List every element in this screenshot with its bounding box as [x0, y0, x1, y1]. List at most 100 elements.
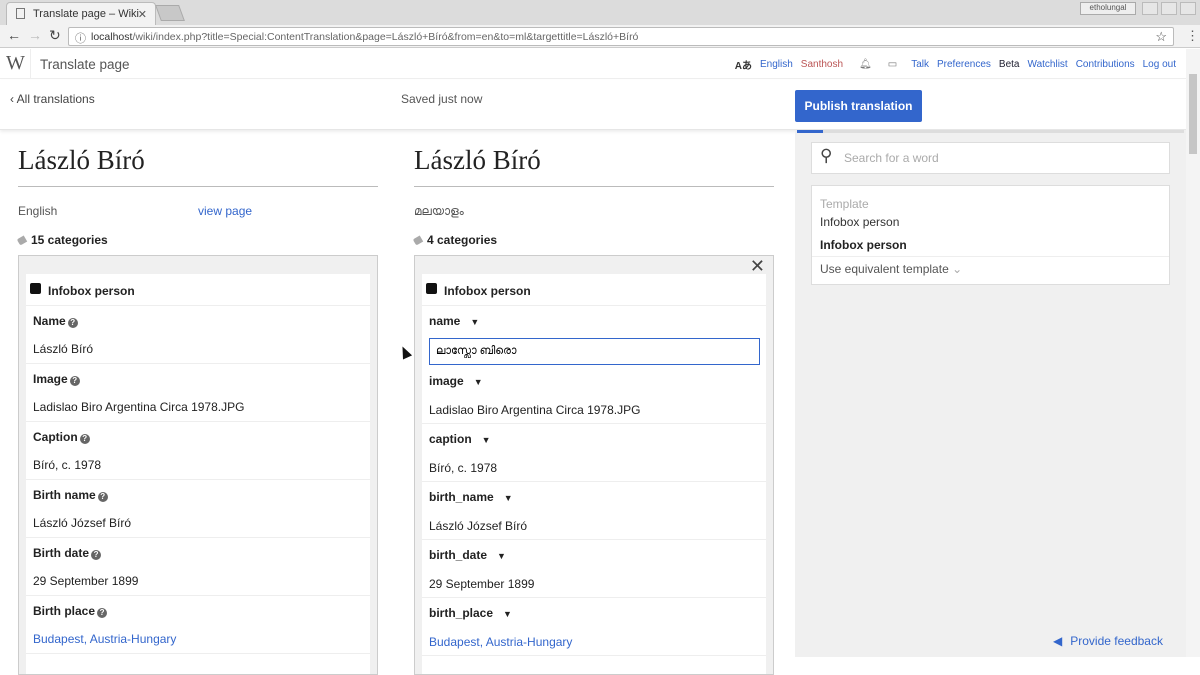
infobox-title: Infobox person	[444, 284, 531, 298]
user-link[interactable]: Santhosh	[801, 59, 843, 70]
categories-label: 15 categories	[31, 233, 108, 247]
provide-feedback-link[interactable]: ◀ Provide feedback	[1053, 634, 1163, 648]
field-birth-date: Birth date? 29 September 1899	[26, 538, 370, 596]
bell-icon[interactable]: 🔔︎	[859, 59, 872, 70]
field-value: Bíró, c. 1978	[429, 461, 498, 475]
tab-title: Translate page – Wiki	[33, 8, 139, 20]
field-birth-name: Birth name? László József Bíró	[26, 480, 370, 538]
field-image: Image? Ladislao Biro Argentina Circa 1978…	[26, 364, 370, 422]
target-title[interactable]: László Bíró	[414, 130, 774, 187]
help-icon[interactable]: ?	[79, 434, 90, 444]
save-status: Saved just now	[401, 92, 483, 106]
menu-icon[interactable]: ⋮	[1186, 28, 1199, 44]
talk-link[interactable]: Talk	[911, 59, 929, 70]
language-icon: Aあ	[734, 61, 752, 72]
wiki-logo[interactable]: W	[6, 52, 25, 75]
tag-icon	[16, 235, 28, 246]
infobox-title: Infobox person	[48, 284, 135, 298]
help-icon[interactable]: ?	[91, 550, 102, 560]
target-infobox: ✕ Infobox person name▼ image▼Ladislao Bi…	[414, 255, 774, 675]
source-categories[interactable]: 15 categories	[16, 233, 378, 247]
help-icon[interactable]: ?	[97, 492, 108, 502]
use-equivalent-template[interactable]: Use equivalent template ⌄	[812, 256, 1169, 281]
caret-down-icon[interactable]: ▼	[482, 435, 491, 445]
field-name: Name? László Bíró	[26, 306, 370, 364]
field-value: Ladislao Biro Argentina Circa 1978.JPG	[33, 400, 245, 414]
megaphone-icon: ◀	[1053, 634, 1063, 648]
minimize-button[interactable]	[1142, 2, 1158, 15]
target-language: മലയാളം	[414, 204, 464, 218]
mouse-cursor	[397, 344, 413, 360]
tools-panel: ⚲ Search for a word Template Infobox pers…	[795, 130, 1186, 657]
field-value: László József Bíró	[33, 516, 132, 530]
categories-label: 4 categories	[427, 233, 498, 247]
word-search-input[interactable]: ⚲ Search for a word	[811, 142, 1170, 174]
close-tab-icon[interactable]: ✕	[138, 8, 147, 21]
search-placeholder: Search for a word	[844, 151, 939, 165]
url-host: localhost	[91, 31, 133, 43]
target-template: Infobox person	[820, 238, 907, 252]
all-translations-link[interactable]: ‹ All translations	[10, 92, 95, 106]
inbox-icon[interactable]: ▭	[888, 59, 897, 70]
field-birth-date: birth_date ▼ 29 September 1899	[422, 540, 766, 598]
caret-down-icon[interactable]: ▼	[497, 551, 506, 561]
page-icon	[16, 8, 25, 19]
field-birth-place: birth_place ▼ Budapest, Austria-Hungary	[422, 598, 766, 656]
star-icon[interactable]: ☆	[1155, 29, 1167, 45]
language-link[interactable]: English	[760, 59, 793, 70]
window-user-badge: etholungal	[1080, 2, 1136, 15]
preferences-link[interactable]: Preferences	[937, 59, 991, 70]
caret-down-icon[interactable]: ▼	[470, 317, 479, 327]
field-label: image	[429, 374, 464, 388]
field-label: Birth place	[33, 604, 96, 618]
back-arrow-icon[interactable]: ←	[7, 27, 21, 43]
template-card: Template Infobox person Infobox person U…	[811, 185, 1170, 285]
field-label: Image	[33, 372, 68, 386]
template-heading: Template	[820, 197, 869, 211]
restore-button[interactable]	[1161, 2, 1177, 15]
close-window-button[interactable]	[1180, 2, 1196, 15]
field-label: Name	[33, 314, 66, 328]
logout-link[interactable]: Log out	[1143, 59, 1176, 70]
browser-tab[interactable]: Translate page – Wiki ✕	[6, 2, 156, 25]
chevron-left-icon: ‹	[10, 92, 17, 106]
puzzle-icon	[426, 283, 437, 294]
page-scrollbar[interactable]	[1186, 49, 1200, 657]
contributions-link[interactable]: Contributions	[1076, 59, 1135, 70]
source-template: Infobox person	[820, 215, 900, 229]
publish-button[interactable]: Publish translation	[795, 90, 922, 122]
field-value[interactable]: Budapest, Austria-Hungary	[429, 635, 766, 649]
field-value: Ladislao Biro Argentina Circa 1978.JPG	[429, 403, 641, 417]
url-input[interactable]: ⓘ localhost/wiki/index.php?title=Special:…	[68, 27, 1174, 46]
view-page-link[interactable]: view page	[198, 204, 252, 218]
watchlist-link[interactable]: Watchlist	[1028, 59, 1068, 70]
target-column: László Bíró മലയാളം 4 categories ✕ Infobo…	[412, 130, 774, 675]
field-caption: caption ▼ Bíró, c. 1978	[422, 424, 766, 482]
new-tab-button[interactable]	[155, 5, 185, 21]
feedback-label: Provide feedback	[1070, 634, 1163, 648]
field-label: caption	[429, 432, 472, 446]
all-translations-label: All translations	[16, 92, 95, 106]
field-birth-name: birth_name ▼ László József Bíró	[422, 482, 766, 540]
browser-tab-bar: Translate page – Wiki ✕ etholungal	[0, 0, 1200, 25]
field-value: László Bíró	[33, 342, 94, 356]
caret-down-icon[interactable]: ▼	[503, 609, 512, 619]
field-label: birth_name	[429, 490, 494, 504]
caret-down-icon[interactable]: ▼	[504, 493, 513, 503]
url-path: /wiki/index.php?title=Special:ContentTra…	[132, 31, 639, 43]
source-title: László Bíró	[18, 130, 378, 187]
help-icon[interactable]: ?	[69, 376, 80, 386]
address-bar-row: ← → ↻ ⓘ localhost/wiki/index.php?title=Sp…	[0, 25, 1200, 48]
target-categories[interactable]: 4 categories	[412, 233, 774, 247]
help-icon[interactable]: ?	[67, 318, 78, 328]
name-input[interactable]	[429, 338, 760, 365]
beta-link[interactable]: Beta	[999, 59, 1020, 70]
reload-icon[interactable]: ↻	[49, 27, 61, 44]
equivalent-label: Use equivalent template	[820, 262, 949, 276]
source-infobox: Infobox person Name? László Bíró Image? Lad…	[18, 255, 378, 675]
field-value: Bíró, c. 1978	[33, 458, 102, 472]
forward-arrow-icon[interactable]: →	[28, 27, 42, 43]
field-value[interactable]: Budapest, Austria-Hungary	[33, 632, 370, 646]
caret-down-icon[interactable]: ▼	[474, 377, 483, 387]
help-icon[interactable]: ?	[97, 608, 108, 618]
